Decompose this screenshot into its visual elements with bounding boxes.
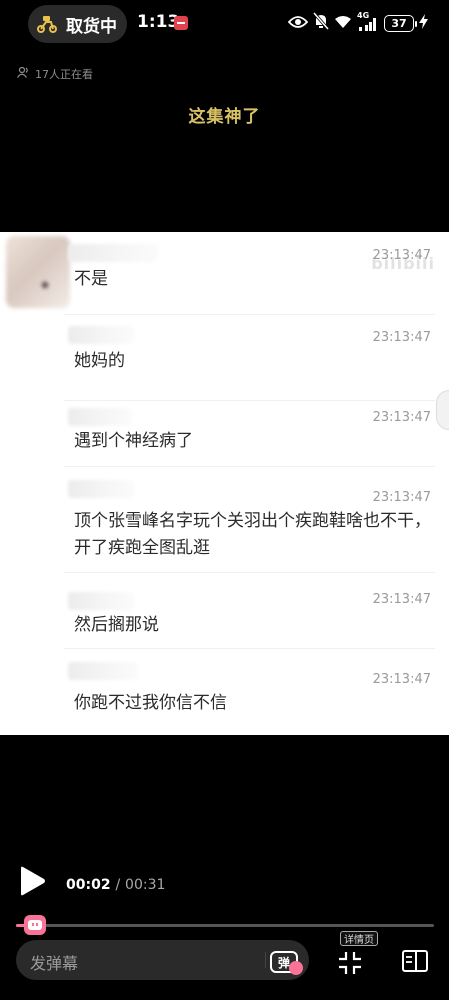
- message-text: 然后搁那说: [74, 615, 159, 635]
- emoji-sticker-icon: [436, 390, 449, 430]
- bell-off-icon: [312, 12, 330, 34]
- blurred-username: [68, 326, 134, 344]
- wifi-icon: [334, 14, 352, 33]
- viewer-count: 17人正在看: [17, 66, 93, 82]
- eye-icon: [287, 14, 309, 33]
- shrink-icon: [339, 952, 361, 974]
- danmaku-input-bar[interactable]: 发弹幕 弹: [16, 940, 309, 980]
- danmaku-input[interactable]: 发弹幕: [30, 950, 78, 974]
- pickup-pill[interactable]: 取货中: [28, 5, 127, 43]
- blurred-username: [68, 480, 134, 498]
- play-icon: [21, 866, 45, 896]
- clock: 1:13: [137, 12, 180, 32]
- blurred-username: [68, 408, 132, 426]
- side-panel-icon: [402, 950, 428, 972]
- people-icon: [17, 66, 30, 81]
- pickup-label: 取货中: [66, 16, 117, 37]
- divider: [64, 314, 435, 315]
- scooter-icon: [36, 13, 58, 35]
- message-text: 遇到个神经病了: [74, 431, 193, 451]
- message-time: 23:13:47: [372, 410, 431, 425]
- bolt-icon: [419, 13, 428, 33]
- side-panel-button[interactable]: [400, 945, 430, 975]
- message-time: 23:13:47: [372, 490, 431, 505]
- message-text: 不是: [74, 269, 108, 289]
- total-time: 00:31: [125, 877, 166, 893]
- system-icons: 4G 37: [287, 11, 428, 34]
- message-time: 23:13:47: [372, 330, 431, 345]
- blurred-username: [68, 244, 158, 262]
- play-button[interactable]: [17, 865, 47, 897]
- progress-bar[interactable]: [16, 924, 434, 927]
- divider: [64, 400, 435, 401]
- avatar: [6, 236, 70, 308]
- divider: [64, 466, 435, 467]
- message-time: 23:13:47: [372, 592, 431, 607]
- blurred-username: [68, 592, 134, 610]
- time-separator: /: [115, 877, 121, 893]
- divider: [64, 572, 435, 573]
- video-frame[interactable]: bilibili 23:13:47 不是 23:13:47 她妈的 23:13:…: [0, 232, 449, 735]
- divider: [64, 648, 435, 649]
- video-caption: 这集神了: [188, 107, 261, 127]
- message-text: 她妈的: [74, 351, 125, 371]
- battery-level: 37: [391, 16, 407, 30]
- blurred-username: [68, 662, 138, 680]
- viewer-count-label: 17人正在看: [35, 68, 93, 81]
- detail-page-tag[interactable]: 详情页: [340, 931, 378, 946]
- message-time: 23:13:47: [372, 672, 431, 687]
- current-time: 00:02: [66, 877, 111, 893]
- check-icon: [289, 961, 303, 975]
- signal-icon: 4G: [357, 11, 379, 31]
- message-text: 你跑不过我你信不信: [74, 693, 227, 713]
- danmaku-toggle-button[interactable]: 弹: [266, 943, 303, 977]
- time-readout: 00:02 / 00:31: [66, 877, 165, 893]
- battery-indicator: 37: [384, 14, 417, 32]
- status-bar: 取货中 1:13 4G 37: [0, 0, 449, 46]
- notification-badge-icon: [174, 16, 188, 30]
- shrink-button[interactable]: [337, 950, 363, 976]
- progress-thumb-tv-icon[interactable]: [24, 915, 46, 935]
- message-text: 顶个张雪峰名字玩个关羽出个疾跑鞋啥也不干，开了疾跑全图乱逛: [74, 511, 431, 558]
- message-time: 23:13:47: [372, 248, 431, 263]
